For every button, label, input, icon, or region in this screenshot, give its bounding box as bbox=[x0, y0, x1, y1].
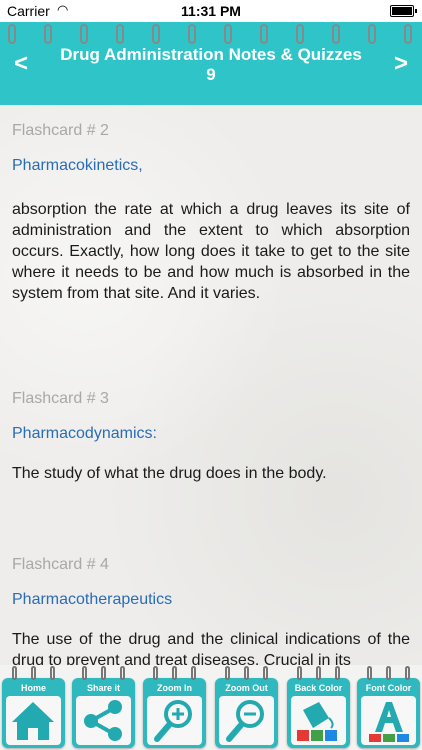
binding-ring-icon bbox=[31, 666, 36, 680]
binding-ring-icon bbox=[368, 24, 376, 44]
binding-ring-icon bbox=[50, 666, 55, 680]
status-time: 11:31 PM bbox=[181, 3, 241, 19]
tool-binding bbox=[215, 666, 278, 680]
tool-binding bbox=[143, 666, 206, 680]
paint-bucket-icon bbox=[291, 696, 346, 745]
binding-ring-icon bbox=[404, 24, 412, 44]
binding-ring-icon bbox=[244, 666, 249, 680]
page-title: Drug Administration Notes & Quizzes 9 bbox=[48, 45, 374, 85]
flashcard: Flashcard # 3 Pharmacodynamics: The stud… bbox=[12, 390, 410, 484]
tool-binding bbox=[72, 666, 135, 680]
flashcard-definition: The use of the drug and the clinical ind… bbox=[12, 631, 410, 665]
flashcard-number: Flashcard # 3 bbox=[12, 390, 109, 407]
binding-ring-icon bbox=[297, 666, 302, 680]
flashcard-definition: The study of what the drug does in the b… bbox=[12, 465, 327, 482]
binding-ring-icon bbox=[224, 24, 232, 44]
tool-binding bbox=[287, 666, 350, 680]
home-label: Home bbox=[20, 683, 46, 693]
binding-ring-icon bbox=[153, 666, 158, 680]
font-color-icon bbox=[361, 696, 416, 745]
spiral-binding bbox=[0, 22, 422, 44]
binding-ring-icon bbox=[332, 24, 340, 44]
flashcard: Flashcard # 2 Pharmacokinetics, absorpti… bbox=[12, 122, 410, 304]
home-button[interactable]: Home bbox=[2, 666, 65, 748]
zoom-in-button[interactable]: Zoom In bbox=[143, 666, 206, 748]
share-label: Share it bbox=[86, 683, 120, 693]
title-line-2: 9 bbox=[206, 65, 216, 84]
binding-ring-icon bbox=[191, 666, 196, 680]
binding-ring-icon bbox=[296, 24, 304, 44]
flashcard: Flashcard # 4 Pharmacotherapeutics The u… bbox=[12, 556, 410, 665]
flashcard-term: Pharmacokinetics, bbox=[12, 157, 143, 174]
flashcard-number: Flashcard # 2 bbox=[12, 122, 109, 139]
flashcard-term: Pharmacotherapeutics bbox=[12, 591, 173, 608]
header: < Drug Administration Notes & Quizzes 9 … bbox=[0, 22, 422, 105]
zoom-out-label: Zoom Out bbox=[225, 683, 268, 693]
tool-binding bbox=[2, 666, 65, 680]
flashcard-term: Pharmacodynamics: bbox=[12, 425, 157, 442]
back-color-button[interactable]: Back Color bbox=[287, 666, 350, 748]
flashcard-definition: absorption the rate at which a drug leav… bbox=[12, 201, 410, 302]
binding-ring-icon bbox=[225, 666, 230, 680]
binding-ring-icon bbox=[116, 24, 124, 44]
zoom-out-icon bbox=[219, 696, 274, 745]
share-icon bbox=[76, 696, 131, 745]
binding-ring-icon bbox=[386, 666, 391, 680]
font-color-label: Font Color bbox=[365, 683, 412, 693]
zoom-out-button[interactable]: Zoom Out bbox=[215, 666, 278, 748]
tool-binding bbox=[357, 666, 420, 680]
share-button[interactable]: Share it bbox=[72, 666, 135, 748]
binding-ring-icon bbox=[260, 24, 268, 44]
binding-ring-icon bbox=[8, 24, 16, 44]
binding-ring-icon bbox=[152, 24, 160, 44]
binding-ring-icon bbox=[172, 666, 177, 680]
previous-button[interactable]: < bbox=[14, 50, 28, 78]
binding-ring-icon bbox=[120, 666, 125, 680]
binding-ring-icon bbox=[263, 666, 268, 680]
binding-ring-icon bbox=[405, 666, 410, 680]
next-button[interactable]: > bbox=[394, 50, 408, 78]
binding-ring-icon bbox=[80, 24, 88, 44]
binding-ring-icon bbox=[367, 666, 372, 680]
zoom-in-icon bbox=[147, 696, 202, 745]
font-color-button[interactable]: Font Color bbox=[357, 666, 420, 748]
status-bar: Carrier ◠ 11:31 PM bbox=[0, 0, 422, 22]
binding-ring-icon bbox=[101, 666, 106, 680]
home-icon bbox=[6, 696, 61, 745]
binding-ring-icon bbox=[82, 666, 87, 680]
binding-ring-icon bbox=[335, 666, 340, 680]
title-line-1: Drug Administration Notes & Quizzes bbox=[60, 45, 362, 64]
binding-ring-icon bbox=[188, 24, 196, 44]
binding-ring-icon bbox=[316, 666, 321, 680]
bottom-toolbar: Home Share it Zoom In Zoom Out Back Colo… bbox=[0, 665, 422, 750]
flashcard-number: Flashcard # 4 bbox=[12, 556, 109, 573]
binding-ring-icon bbox=[12, 666, 17, 680]
binding-ring-icon bbox=[44, 24, 52, 44]
back-color-label: Back Color bbox=[294, 683, 343, 693]
battery-icon bbox=[390, 5, 417, 17]
flashcard-list[interactable]: Flashcard # 2 Pharmacokinetics, absorpti… bbox=[0, 105, 422, 665]
zoom-in-label: Zoom In bbox=[157, 683, 192, 693]
